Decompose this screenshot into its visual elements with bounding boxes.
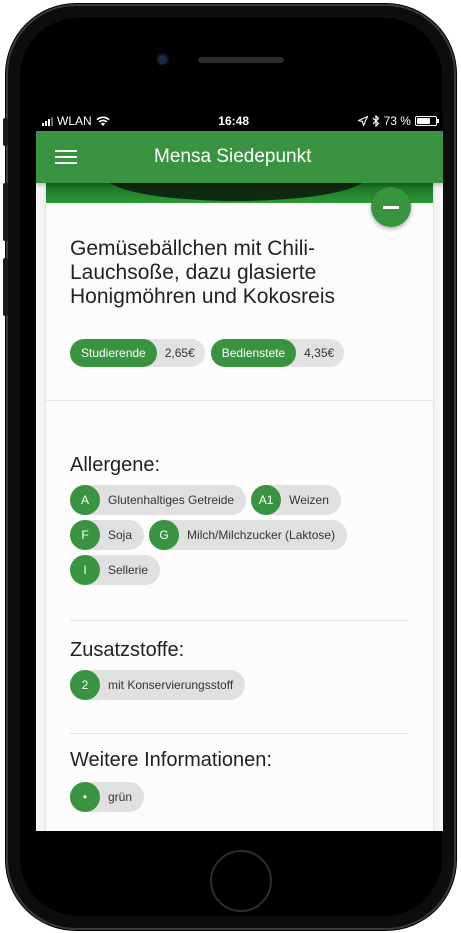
chip-code: •	[70, 782, 100, 812]
app-title: Mensa Siedepunkt	[154, 146, 312, 167]
battery-level	[416, 118, 431, 124]
chip-code: I	[70, 555, 100, 585]
status-left: WLAN	[42, 114, 110, 128]
chip-code: A	[70, 485, 100, 515]
app-bar: Mensa Siedepunkt	[36, 131, 443, 183]
earpiece-speaker	[198, 57, 284, 63]
price-value: 4,35€	[304, 346, 335, 360]
info-chip[interactable]: • grün	[70, 782, 145, 812]
chip-code: 2	[70, 670, 100, 700]
allergen-chip[interactable]: I Sellerie	[70, 555, 161, 585]
chip-label: Milch/Milchzucker (Laktose)	[187, 528, 336, 542]
more-info-title: Weitere Informationen:	[70, 749, 272, 771]
additive-chip[interactable]: 2 mit Konservierungsstoff	[70, 670, 246, 700]
allergen-chip[interactable]: F Soja	[70, 520, 145, 550]
chip-label: Glutenhaltiges Getreide	[108, 493, 235, 507]
app-screen: WLAN 16:48 73 % Mensa Siedepunkt Gemüseb…	[36, 111, 443, 831]
allergen-chips: A Glutenhaltiges Getreide A1 Weizen F So…	[70, 485, 410, 585]
collapse-button[interactable]	[371, 187, 411, 227]
volume-down-button	[3, 258, 8, 316]
front-camera	[158, 55, 167, 64]
minus-icon	[383, 205, 399, 209]
additive-chips: 2 mit Konservierungsstoff	[70, 670, 410, 700]
chip-code: A1	[251, 485, 282, 515]
allergen-chip[interactable]: A Glutenhaltiges Getreide	[70, 485, 247, 515]
chip-label: Weizen	[289, 493, 329, 507]
signal-icon	[42, 116, 53, 126]
status-time: 16:48	[218, 114, 249, 128]
divider	[70, 733, 409, 734]
chip-label: mit Konservierungsstoff	[108, 678, 234, 692]
wifi-icon	[96, 115, 110, 126]
price-chip-staff[interactable]: Bedienstete 4,35€	[210, 339, 345, 367]
chip-label: grün	[108, 790, 133, 804]
chip-code: F	[70, 520, 100, 550]
meal-title: Gemüsebällchen mit Chili-Lauchsoße, dazu…	[70, 237, 335, 308]
chip-label: Soja	[108, 528, 133, 542]
divider	[46, 400, 433, 401]
price-label: Bedienstete	[210, 339, 297, 367]
chip-code: G	[149, 520, 180, 550]
divider	[70, 620, 409, 621]
status-bar: WLAN 16:48 73 %	[36, 111, 443, 131]
allergens-title: Allergene:	[70, 454, 161, 476]
chip-label: Sellerie	[108, 563, 149, 577]
mute-switch	[3, 118, 8, 146]
home-button[interactable]	[210, 850, 272, 912]
carrier-label: WLAN	[57, 114, 92, 128]
volume-up-button	[3, 183, 8, 241]
status-right: 73 %	[357, 114, 439, 128]
allergen-chip[interactable]: A1 Weizen	[251, 485, 341, 515]
hamburger-menu-icon[interactable]	[36, 131, 96, 183]
bluetooth-icon	[372, 115, 379, 127]
additives-title: Zusatzstoffe:	[70, 639, 185, 661]
meal-card: Gemüsebällchen mit Chili-Lauchsoße, dazu…	[46, 183, 433, 831]
allergen-chip[interactable]: G Milch/Milchzucker (Laktose)	[149, 520, 348, 550]
battery-percent: 73 %	[383, 114, 411, 128]
price-chip-students[interactable]: Studierende 2,65€	[70, 339, 205, 367]
price-list: Studierende 2,65€ Bedienstete 4,35€	[70, 339, 345, 367]
location-arrow-icon	[357, 116, 368, 126]
price-label: Studierende	[70, 339, 157, 367]
battery-icon	[414, 116, 439, 126]
more-info-chips: • grün	[70, 782, 410, 812]
price-value: 2,65€	[164, 346, 195, 360]
